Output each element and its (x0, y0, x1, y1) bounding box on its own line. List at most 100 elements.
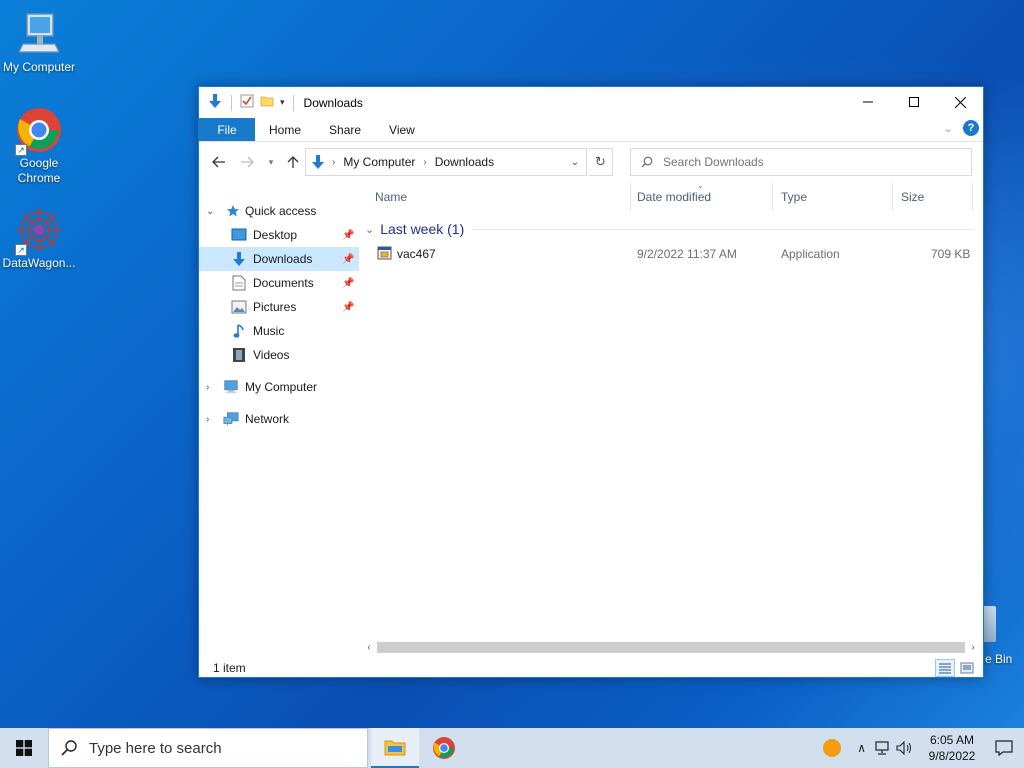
back-button[interactable] (207, 150, 231, 174)
breadcrumb-chevron-icon[interactable]: › (423, 157, 426, 168)
item-count: 1 item (213, 661, 246, 675)
view-switcher (935, 659, 977, 677)
shortcut-arrow-icon: ↗ (15, 144, 27, 156)
windows-logo-icon (16, 740, 32, 756)
desktop-icon-label: Google Chrome (17, 156, 61, 185)
collapse-chevron-icon[interactable]: ⌄ (206, 206, 214, 217)
pin-icon[interactable]: 📌 (342, 254, 354, 265)
column-header-type[interactable]: Type (773, 183, 893, 211)
nav-quick-access[interactable]: ⌄ Quick access (199, 199, 359, 223)
taskbar-clock[interactable]: 6:05 AM 9/8/2022 (920, 732, 984, 764)
refresh-icon: ↻ (595, 154, 606, 169)
scrollbar-thumb[interactable] (377, 642, 965, 653)
recycle-bin-icon[interactable] (982, 606, 996, 642)
address-history-chevron-icon[interactable]: ⌄ (564, 149, 586, 175)
search-input[interactable] (663, 155, 943, 169)
refresh-button[interactable]: ↻ (589, 148, 613, 176)
column-header-date-modified[interactable]: Date modified (629, 183, 773, 211)
tray-app-icon[interactable] (823, 739, 842, 757)
downloads-arrow-icon (207, 93, 223, 112)
clock-time: 6:05 AM (929, 733, 975, 747)
taskbar-file-explorer[interactable] (371, 728, 419, 768)
up-button[interactable] (281, 150, 305, 174)
group-header-last-week[interactable]: ⌄ Last week (1) (361, 219, 979, 239)
ribbon-tabs: File Home Share View ⌄ ? (199, 118, 983, 142)
nav-item-videos[interactable]: Videos (199, 343, 359, 367)
nav-item-downloads[interactable]: Downloads 📌 (199, 247, 359, 271)
status-bar: 1 item (199, 659, 983, 679)
nav-item-music[interactable]: Music (199, 319, 359, 343)
network-icon[interactable] (874, 741, 890, 755)
properties-icon[interactable] (240, 94, 254, 111)
customize-toolbar-dropdown-icon[interactable]: ▾ (280, 97, 285, 108)
details-view-button[interactable] (935, 659, 955, 677)
pin-icon[interactable]: 📌 (342, 230, 354, 241)
group-divider (473, 229, 973, 230)
nav-item-documents[interactable]: Documents 📌 (199, 271, 359, 295)
expand-chevron-icon[interactable]: › (206, 414, 209, 425)
system-tray: ∧ 6:05 AM 9/8/2022 (823, 728, 1024, 768)
volume-icon[interactable] (896, 741, 914, 755)
nav-label: My Computer (245, 380, 318, 394)
taskbar-search-placeholder: Type here to search (89, 739, 222, 757)
nav-label: Pictures (253, 300, 297, 314)
large-icons-view-button[interactable] (957, 659, 977, 677)
tab-home[interactable]: Home (255, 118, 315, 141)
toolbar-divider (292, 94, 294, 111)
desktop-icon-label: DataWagon... (2, 256, 76, 270)
tab-share[interactable]: Share (315, 118, 375, 141)
breadcrumb-downloads[interactable]: Downloads (435, 155, 494, 169)
music-note-icon (231, 323, 247, 339)
expand-chevron-icon[interactable]: › (206, 382, 209, 393)
column-header-size[interactable]: Size (893, 183, 973, 211)
new-folder-icon[interactable] (260, 94, 274, 111)
help-icon[interactable]: ? (963, 120, 979, 136)
scroll-left-icon[interactable]: ‹ (361, 639, 377, 655)
nav-item-pictures[interactable]: Pictures 📌 (199, 295, 359, 319)
large-icons-view-icon (960, 662, 974, 674)
column-header-name[interactable]: Name (367, 183, 631, 211)
star-icon (225, 203, 241, 219)
pictures-icon (231, 299, 247, 315)
close-button[interactable] (937, 87, 983, 117)
forward-button[interactable] (235, 150, 259, 174)
file-date-modified: 9/2/2022 11:37 AM (637, 247, 737, 261)
nav-network[interactable]: › Network (199, 407, 359, 431)
documents-icon (231, 275, 247, 291)
toolbar-divider (231, 94, 232, 111)
show-hidden-icons-chevron-icon[interactable]: ∧ (857, 741, 866, 755)
taskbar-search-box[interactable]: Type here to search (48, 728, 368, 768)
folder-icon (384, 740, 406, 756)
scroll-right-icon[interactable]: › (965, 639, 981, 655)
desktop-icon-datawagon[interactable]: ↗ DataWagon... (0, 206, 78, 271)
taskbar-chrome[interactable] (420, 728, 468, 768)
desktop-icon-google-chrome[interactable]: ↗ Google Chrome (0, 106, 78, 186)
maximize-button[interactable] (891, 87, 937, 117)
nav-my-computer[interactable]: › My Computer (199, 375, 359, 399)
horizontal-scrollbar[interactable]: ‹ › (361, 639, 981, 655)
file-explorer-window: ▾ Downloads File Home Share View ⌄ ? ▾ ›… (198, 86, 984, 678)
search-box[interactable] (630, 148, 972, 176)
tab-view[interactable]: View (375, 118, 429, 141)
shortcut-arrow-icon: ↗ (15, 244, 27, 256)
tab-file[interactable]: File (199, 118, 255, 141)
breadcrumb-chevron-icon[interactable]: › (332, 157, 335, 168)
computer-icon (15, 10, 63, 58)
title-bar[interactable]: ▾ Downloads (199, 87, 983, 118)
breadcrumb-my-computer[interactable]: My Computer (343, 155, 415, 169)
pin-icon[interactable]: 📌 (342, 278, 354, 289)
table-row[interactable]: vac467 9/2/2022 11:37 AM Application 709… (361, 243, 979, 265)
start-button[interactable] (0, 728, 48, 768)
minimize-button[interactable] (845, 87, 891, 117)
recycle-bin-label: e Bin (985, 652, 1013, 666)
nav-item-desktop[interactable]: Desktop 📌 (199, 223, 359, 247)
address-bar[interactable]: › My Computer › Downloads ⌄ (305, 148, 587, 176)
film-strip-icon (231, 347, 247, 363)
recent-locations-chevron-icon[interactable]: ▾ (259, 150, 283, 174)
pin-icon[interactable]: 📌 (342, 302, 354, 313)
desktop-icon-my-computer[interactable]: My Computer (0, 10, 78, 75)
downloads-arrow-icon (231, 251, 247, 267)
collapse-group-chevron-icon[interactable]: ⌄ (365, 223, 374, 236)
expand-ribbon-chevron-icon[interactable]: ⌄ (944, 122, 953, 135)
notifications-icon[interactable] (984, 728, 1024, 768)
